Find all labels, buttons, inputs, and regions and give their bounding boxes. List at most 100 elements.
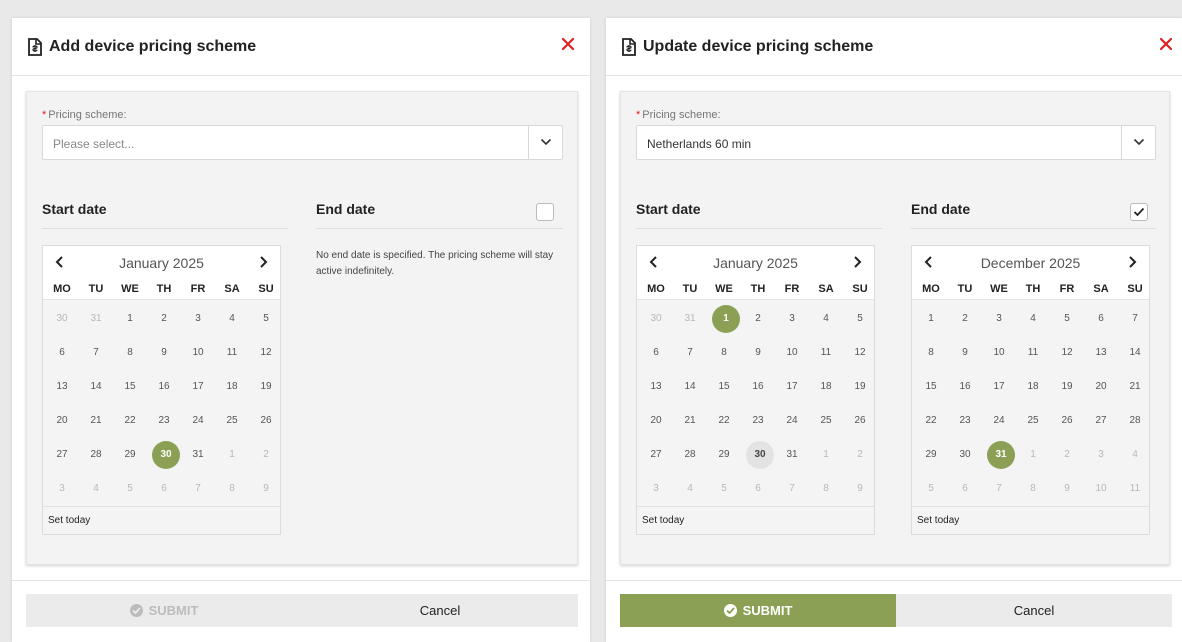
calendar-day[interactable]: 8: [914, 336, 948, 370]
calendar-day[interactable]: 15: [914, 370, 948, 404]
calendar-day[interactable]: 11: [809, 336, 843, 370]
calendar-day[interactable]: 21: [1118, 370, 1152, 404]
next-month-button[interactable]: [255, 254, 271, 270]
calendar-day[interactable]: 3: [982, 302, 1016, 336]
calendar-day[interactable]: 24: [181, 404, 215, 438]
calendar-day[interactable]: 19: [249, 370, 283, 404]
calendar-day[interactable]: 3: [775, 302, 809, 336]
calendar-day[interactable]: 4: [79, 472, 113, 506]
calendar-day[interactable]: 9: [948, 336, 982, 370]
calendar-day[interactable]: 30: [948, 438, 982, 472]
calendar-day[interactable]: 19: [1050, 370, 1084, 404]
calendar-day[interactable]: 11: [1016, 336, 1050, 370]
calendar-day[interactable]: 25: [215, 404, 249, 438]
calendar-day[interactable]: 3: [639, 472, 673, 506]
set-today-button[interactable]: Set today: [48, 515, 90, 526]
end-date-checkbox[interactable]: [1130, 203, 1148, 221]
calendar-day[interactable]: 5: [1050, 302, 1084, 336]
calendar-day[interactable]: 31: [673, 302, 707, 336]
next-month-button[interactable]: [849, 254, 865, 270]
close-button[interactable]: [558, 34, 578, 54]
next-month-button[interactable]: [1124, 254, 1140, 270]
calendar-day[interactable]: 13: [45, 370, 79, 404]
calendar-day[interactable]: 6: [1084, 302, 1118, 336]
pricing-scheme-select[interactable]: Please select...: [42, 125, 563, 160]
calendar-day[interactable]: 9: [1050, 472, 1084, 506]
calendar-day[interactable]: 12: [249, 336, 283, 370]
calendar-day[interactable]: 8: [113, 336, 147, 370]
calendar-day[interactable]: 13: [639, 370, 673, 404]
calendar-day[interactable]: 10: [982, 336, 1016, 370]
calendar-day[interactable]: 27: [639, 438, 673, 472]
calendar-day[interactable]: 29: [113, 438, 147, 472]
calendar-day[interactable]: 22: [113, 404, 147, 438]
calendar-day[interactable]: 6: [45, 336, 79, 370]
calendar-day[interactable]: 26: [249, 404, 283, 438]
calendar-day[interactable]: 7: [982, 472, 1016, 506]
calendar-day[interactable]: 11: [215, 336, 249, 370]
calendar-day[interactable]: 8: [1016, 472, 1050, 506]
calendar-day[interactable]: 16: [948, 370, 982, 404]
calendar-day[interactable]: 29: [707, 438, 741, 472]
calendar-day[interactable]: 18: [809, 370, 843, 404]
calendar-day[interactable]: 16: [741, 370, 775, 404]
calendar-day[interactable]: 13: [1084, 336, 1118, 370]
calendar-day[interactable]: 22: [914, 404, 948, 438]
calendar-day[interactable]: 21: [79, 404, 113, 438]
calendar-day[interactable]: 20: [639, 404, 673, 438]
calendar-day[interactable]: 4: [1016, 302, 1050, 336]
calendar-day[interactable]: 1: [809, 438, 843, 472]
calendar-day[interactable]: 10: [181, 336, 215, 370]
select-arrow[interactable]: [528, 126, 562, 159]
calendar-day[interactable]: 21: [673, 404, 707, 438]
calendar-day[interactable]: 9: [741, 336, 775, 370]
calendar-day[interactable]: 30: [45, 302, 79, 336]
calendar-day[interactable]: 7: [673, 336, 707, 370]
calendar-day[interactable]: 3: [45, 472, 79, 506]
calendar-day[interactable]: 8: [215, 472, 249, 506]
calendar-day[interactable]: 4: [673, 472, 707, 506]
calendar-day[interactable]: 5: [707, 472, 741, 506]
calendar-day[interactable]: 24: [775, 404, 809, 438]
calendar-day[interactable]: 2: [1050, 438, 1084, 472]
calendar-day[interactable]: 18: [215, 370, 249, 404]
calendar-day[interactable]: 25: [809, 404, 843, 438]
calendar-day[interactable]: 5: [113, 472, 147, 506]
end-date-checkbox[interactable]: [536, 203, 554, 221]
calendar-day[interactable]: 27: [1084, 404, 1118, 438]
calendar-day[interactable]: 10: [1084, 472, 1118, 506]
set-today-button[interactable]: Set today: [917, 515, 959, 526]
calendar-day[interactable]: 10: [775, 336, 809, 370]
calendar-day[interactable]: 6: [639, 336, 673, 370]
set-today-button[interactable]: Set today: [642, 515, 684, 526]
calendar-day[interactable]: 2: [249, 438, 283, 472]
calendar-day[interactable]: 5: [249, 302, 283, 336]
calendar-day[interactable]: 11: [1118, 472, 1152, 506]
calendar-day[interactable]: 26: [843, 404, 877, 438]
calendar-day[interactable]: 20: [1084, 370, 1118, 404]
calendar-day[interactable]: 31: [982, 438, 1016, 472]
calendar-day[interactable]: 23: [948, 404, 982, 438]
calendar-day[interactable]: 22: [707, 404, 741, 438]
calendar-day[interactable]: 14: [673, 370, 707, 404]
calendar-day[interactable]: 31: [79, 302, 113, 336]
calendar-day[interactable]: 31: [181, 438, 215, 472]
calendar-day[interactable]: 8: [809, 472, 843, 506]
calendar-day[interactable]: 25: [1016, 404, 1050, 438]
submit-button[interactable]: SUBMIT: [620, 594, 896, 627]
calendar-day[interactable]: 1: [914, 302, 948, 336]
calendar-day[interactable]: 7: [775, 472, 809, 506]
calendar-day[interactable]: 15: [113, 370, 147, 404]
calendar-day[interactable]: 23: [147, 404, 181, 438]
calendar-day[interactable]: 5: [843, 302, 877, 336]
calendar-day[interactable]: 7: [79, 336, 113, 370]
calendar-day[interactable]: 8: [707, 336, 741, 370]
calendar-day[interactable]: 30: [639, 302, 673, 336]
calendar-day[interactable]: 14: [1118, 336, 1152, 370]
calendar-day[interactable]: 3: [181, 302, 215, 336]
close-button[interactable]: [1156, 34, 1176, 54]
calendar-day[interactable]: 30: [147, 438, 181, 472]
calendar-day[interactable]: 6: [741, 472, 775, 506]
calendar-day[interactable]: 9: [249, 472, 283, 506]
calendar-day[interactable]: 1: [707, 302, 741, 336]
